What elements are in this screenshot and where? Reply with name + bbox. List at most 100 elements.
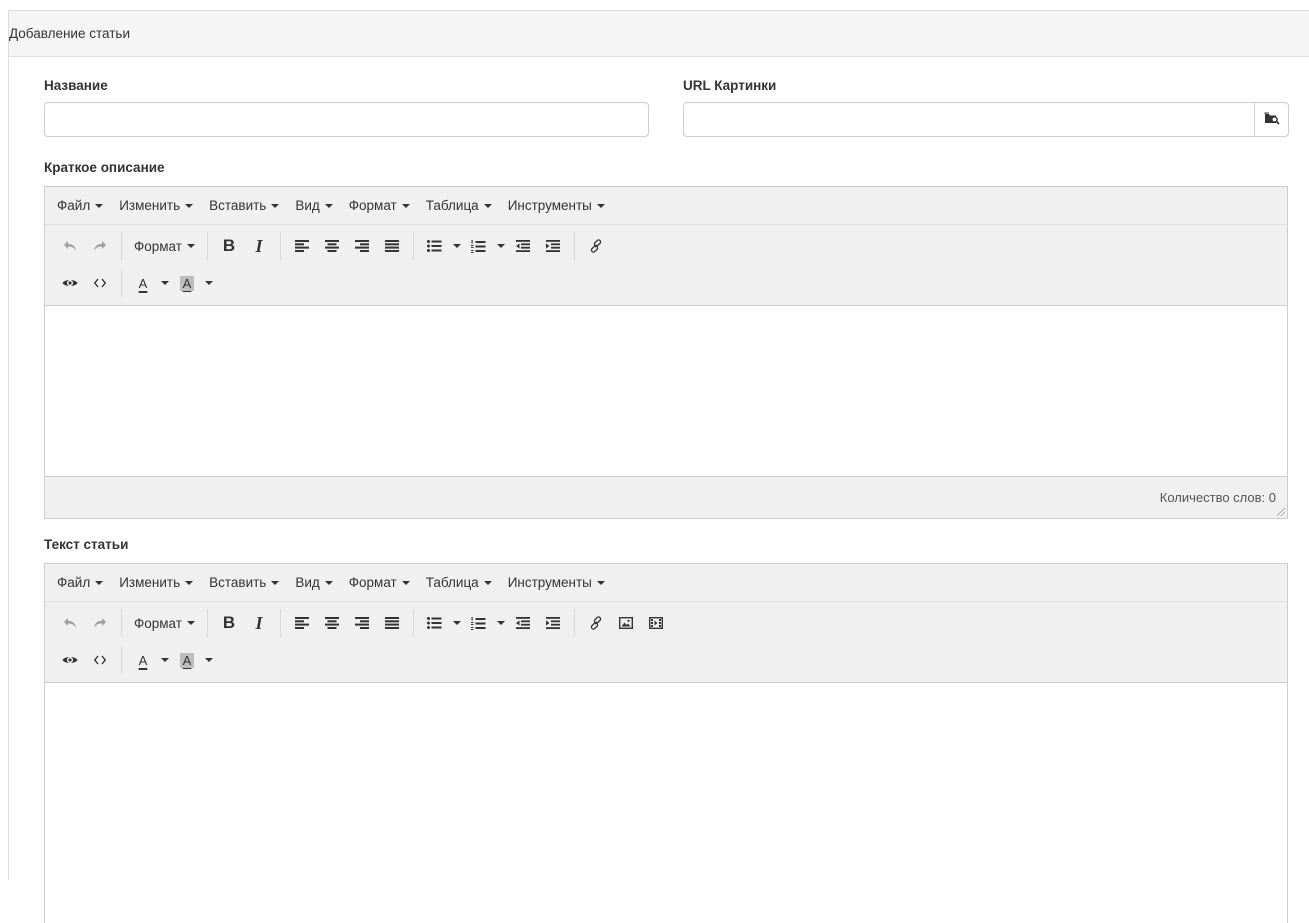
text-color-options[interactable] (158, 269, 172, 297)
background-color-options[interactable] (202, 269, 216, 297)
article-text-editor: Файл Изменить Вставить Вид Формат Таблиц… (44, 563, 1288, 923)
article-text-content[interactable] (45, 683, 1287, 883)
align-left-button[interactable] (287, 609, 317, 637)
menu-insert[interactable]: Вставить (203, 198, 285, 213)
link-button[interactable] (581, 232, 611, 260)
background-color-button[interactable]: A (172, 646, 202, 674)
align-center-icon (324, 240, 339, 252)
numbered-list-options[interactable] (494, 232, 508, 260)
bullet-list-options[interactable] (450, 609, 464, 637)
undo-button[interactable] (55, 609, 85, 637)
short-description-editor: Файл Изменить Вставить Вид Формат Таблиц… (44, 186, 1288, 519)
eye-icon (62, 278, 78, 288)
bold-button[interactable]: B (214, 232, 244, 260)
source-code-button[interactable] (85, 269, 115, 297)
eye-icon (62, 655, 78, 665)
short-description-label: Краткое описание (44, 160, 165, 175)
bullet-list-button[interactable] (420, 609, 450, 637)
insert-media-button[interactable] (641, 609, 671, 637)
menu-table[interactable]: Таблица (420, 198, 498, 213)
format-dropdown[interactable]: Формат (128, 232, 201, 260)
background-color-options[interactable] (202, 646, 216, 674)
redo-button[interactable] (85, 232, 115, 260)
menu-edit[interactable]: Изменить (113, 198, 199, 213)
insert-image-button[interactable] (611, 609, 641, 637)
text-color-options[interactable] (158, 646, 172, 674)
source-code-button[interactable] (85, 646, 115, 674)
editor-toolbar: Формат B I A A (45, 602, 1287, 683)
redo-icon (93, 240, 107, 252)
link-icon (589, 239, 603, 253)
image-url-label: URL Картинки (683, 78, 777, 93)
preview-button[interactable] (55, 269, 85, 297)
bullet-list-options[interactable] (450, 232, 464, 260)
text-color-button[interactable]: A (128, 646, 158, 674)
indent-button[interactable] (538, 232, 568, 260)
image-url-input[interactable] (683, 102, 1255, 137)
preview-button[interactable] (55, 646, 85, 674)
align-left-icon (294, 617, 309, 629)
align-justify-button[interactable] (377, 609, 407, 637)
bold-button[interactable]: B (214, 609, 244, 637)
align-justify-button[interactable] (377, 232, 407, 260)
background-color-icon: A (179, 275, 195, 291)
add-article-panel: Добавление статьи Название URL Картинки … (8, 10, 1309, 923)
menu-format[interactable]: Формат (343, 575, 416, 590)
align-right-button[interactable] (347, 609, 377, 637)
format-dropdown[interactable]: Формат (128, 609, 201, 637)
panel-title: Добавление статьи (9, 11, 1309, 57)
align-center-button[interactable] (317, 609, 347, 637)
menu-table[interactable]: Таблица (420, 575, 498, 590)
italic-button[interactable]: I (244, 232, 274, 260)
link-icon (589, 616, 603, 630)
menu-tools[interactable]: Инструменты (502, 575, 611, 590)
numbered-list-button[interactable] (464, 609, 494, 637)
code-icon (94, 655, 106, 665)
link-button[interactable] (581, 609, 611, 637)
word-count: Количество слов: 0 (1159, 490, 1276, 505)
menu-file[interactable]: Файл (51, 575, 109, 590)
align-justify-icon (384, 617, 399, 629)
align-left-button[interactable] (287, 232, 317, 260)
undo-button[interactable] (55, 232, 85, 260)
numbered-list-icon (471, 616, 486, 630)
menu-insert[interactable]: Вставить (203, 575, 285, 590)
align-justify-icon (384, 240, 399, 252)
menu-tools[interactable]: Инструменты (502, 198, 611, 213)
menu-view[interactable]: Вид (289, 198, 338, 213)
align-left-icon (294, 240, 309, 252)
editor-menubar: Файл Изменить Вставить Вид Формат Таблиц… (45, 187, 1287, 225)
align-center-icon (324, 617, 339, 629)
resize-handle[interactable] (1277, 508, 1285, 516)
menu-edit[interactable]: Изменить (113, 575, 199, 590)
title-input[interactable] (44, 102, 649, 137)
menu-view[interactable]: Вид (289, 575, 338, 590)
outdent-button[interactable] (508, 609, 538, 637)
browse-image-button[interactable] (1254, 102, 1289, 137)
outdent-icon (515, 240, 530, 252)
indent-button[interactable] (538, 609, 568, 637)
undo-icon (63, 617, 77, 629)
numbered-list-icon (471, 239, 486, 253)
article-text-label: Текст статьи (44, 537, 129, 552)
editor-menubar: Файл Изменить Вставить Вид Формат Таблиц… (45, 564, 1287, 602)
align-center-button[interactable] (317, 232, 347, 260)
numbered-list-button[interactable] (464, 232, 494, 260)
align-right-button[interactable] (347, 232, 377, 260)
editor-statusbar: Количество слов: 0 (45, 476, 1287, 518)
redo-icon (93, 617, 107, 629)
background-color-button[interactable]: A (172, 269, 202, 297)
outdent-button[interactable] (508, 232, 538, 260)
indent-icon (545, 617, 560, 629)
editor-toolbar: Формат B I A A (45, 225, 1287, 306)
menu-file[interactable]: Файл (51, 198, 109, 213)
numbered-list-options[interactable] (494, 609, 508, 637)
undo-icon (63, 240, 77, 252)
italic-button[interactable]: I (244, 609, 274, 637)
text-color-button[interactable]: A (128, 269, 158, 297)
menu-format[interactable]: Формат (343, 198, 416, 213)
short-description-content[interactable] (45, 306, 1287, 476)
text-color-icon: A (138, 652, 148, 668)
redo-button[interactable] (85, 609, 115, 637)
bullet-list-button[interactable] (420, 232, 450, 260)
